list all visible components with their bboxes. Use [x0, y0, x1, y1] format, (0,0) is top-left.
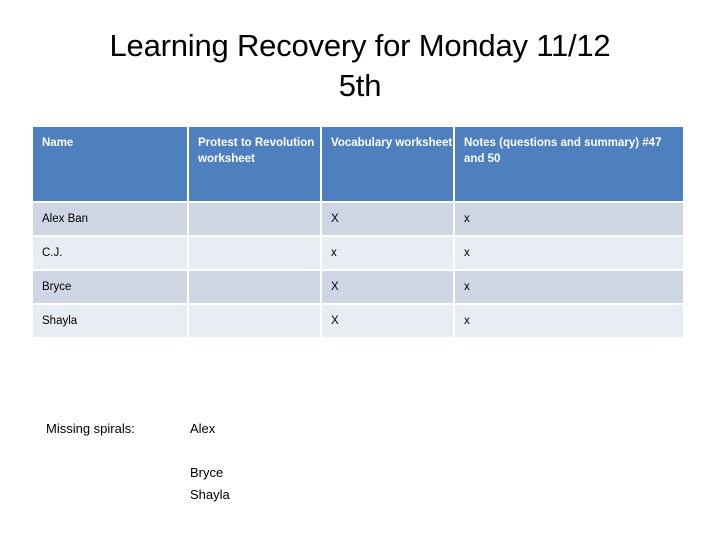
- cell-vocabulary-worksheet: X: [322, 203, 455, 237]
- column-header-vocabulary-worksheet-label: Vocabulary worksheet: [331, 137, 453, 149]
- cell-student-name: Bryce: [33, 271, 189, 305]
- cell-protest-worksheet: [189, 271, 322, 305]
- table-header: Name Protest to Revolution worksheet Voc…: [33, 127, 683, 203]
- column-header-vocabulary-worksheet: Vocabulary worksheet: [322, 127, 455, 203]
- cell-student-name: Alex Ban: [33, 203, 189, 237]
- missing-spirals-label: Missing spirals:: [46, 421, 135, 436]
- cell-vocabulary-worksheet: X: [322, 305, 455, 339]
- cell-notes: x: [455, 271, 683, 305]
- missing-spirals-name: Bryce: [190, 465, 224, 480]
- page-title-line-1: Learning Recovery for Monday 11/12: [109, 28, 611, 63]
- missing-spirals-row: Missing spirals: Alex Bryce Shayla: [46, 418, 666, 506]
- table-row: C.J. x x: [33, 237, 683, 271]
- missing-spirals-name-list: Alex Bryce Shayla: [190, 418, 666, 506]
- column-header-notes: Notes (questions and summary) #47 and 50: [455, 127, 683, 203]
- column-header-protest-worksheet-label: Protest to Revolution worksheet: [198, 137, 315, 165]
- table-body: Alex Ban X x C.J. x x Bryce X x Shayla X…: [33, 203, 683, 339]
- cell-vocabulary-worksheet: X: [322, 271, 455, 305]
- table-row: Shayla X x: [33, 305, 683, 339]
- page-title: Learning Recovery for Monday 11/12 5th: [40, 26, 680, 106]
- cell-notes: x: [455, 203, 683, 237]
- cell-vocabulary-worksheet: x: [322, 237, 455, 271]
- cell-student-name: C.J.: [33, 237, 189, 271]
- column-header-notes-label: Notes (questions and summary) #47 and 50: [464, 137, 662, 165]
- cell-notes: x: [455, 305, 683, 339]
- missing-spirals-section: Missing spirals: Alex Bryce Shayla: [46, 418, 666, 506]
- column-header-protest-worksheet: Protest to Revolution worksheet: [189, 127, 322, 203]
- table-header-row: Name Protest to Revolution worksheet Voc…: [33, 127, 683, 203]
- cell-notes: x: [455, 237, 683, 271]
- cell-protest-worksheet: [189, 305, 322, 339]
- page-title-line-2: 5th: [338, 68, 382, 103]
- roster-table: Name Protest to Revolution worksheet Voc…: [33, 127, 683, 339]
- missing-spirals-name: Shayla: [190, 487, 230, 502]
- cell-protest-worksheet: [189, 203, 322, 237]
- missing-spirals-name: Alex: [190, 421, 216, 436]
- cell-protest-worksheet: [189, 237, 322, 271]
- column-header-name: Name: [33, 127, 189, 203]
- cell-student-name: Shayla: [33, 305, 189, 339]
- table-row: Alex Ban X x: [33, 203, 683, 237]
- table-row: Bryce X x: [33, 271, 683, 305]
- column-header-name-label: Name: [42, 137, 74, 149]
